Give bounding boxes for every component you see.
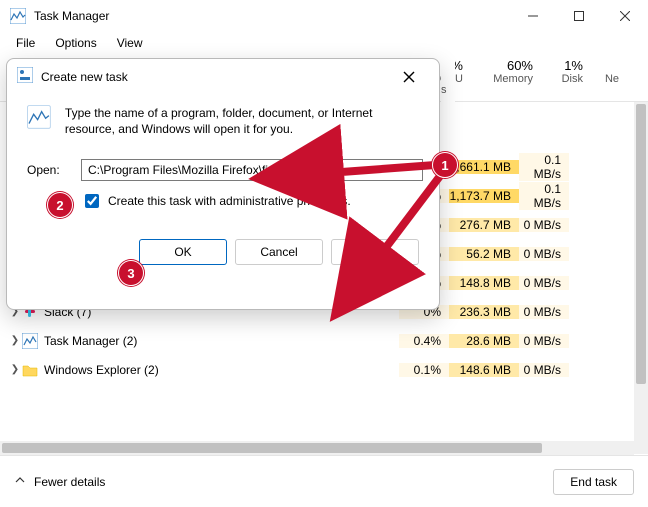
expand-icon[interactable]: ❯ bbox=[0, 364, 22, 375]
annotation-badge-1: 1 bbox=[432, 152, 458, 178]
disk-value: 0.1 MB/s bbox=[519, 153, 569, 181]
col-network[interactable]: Ne bbox=[591, 54, 627, 101]
menu-options[interactable]: Options bbox=[47, 34, 104, 52]
col-disk[interactable]: 1% Disk bbox=[541, 54, 591, 101]
disk-value: 0 MB/s bbox=[519, 334, 569, 348]
vertical-scrollbar[interactable] bbox=[634, 102, 648, 454]
col-memory[interactable]: 60% Memory bbox=[471, 54, 541, 101]
maximize-button[interactable] bbox=[556, 0, 602, 32]
app-icon bbox=[10, 8, 26, 24]
disk-value: 0 MB/s bbox=[519, 247, 569, 261]
cpu-value: 0.4% bbox=[399, 334, 449, 348]
close-button[interactable] bbox=[602, 0, 648, 32]
memory-value: 276.7 MB bbox=[449, 218, 519, 232]
cancel-button[interactable]: Cancel bbox=[235, 239, 323, 265]
end-task-button[interactable]: End task bbox=[553, 469, 634, 495]
header-fragment: s bbox=[441, 60, 455, 104]
chevron-up-icon bbox=[14, 474, 26, 489]
memory-value: 1,173.7 MB bbox=[449, 189, 519, 203]
menu-bar: File Options View bbox=[0, 32, 648, 54]
admin-privileges-checkbox[interactable] bbox=[85, 194, 99, 208]
taskmgr-icon bbox=[22, 333, 38, 349]
disk-value: 0 MB/s bbox=[519, 218, 569, 232]
disk-value: 0 MB/s bbox=[519, 276, 569, 290]
process-name: Task Manager (2) bbox=[44, 334, 137, 348]
annotation-badge-2: 2 bbox=[47, 192, 73, 218]
memory-value: 28.6 MB bbox=[449, 334, 519, 348]
dialog-close-button[interactable] bbox=[389, 63, 429, 91]
disk-value: 0.1 MB/s bbox=[519, 182, 569, 210]
open-label: Open: bbox=[27, 163, 71, 177]
admin-privileges-label: Create this task with administrative pri… bbox=[108, 194, 351, 208]
disk-value: 0 MB/s bbox=[519, 305, 569, 319]
run-icon bbox=[17, 67, 33, 88]
cpu-value: 0.1% bbox=[399, 363, 449, 377]
memory-value: 236.3 MB bbox=[449, 305, 519, 319]
memory-value: 1,661.1 MB bbox=[449, 160, 519, 174]
expand-icon[interactable]: ❯ bbox=[0, 335, 22, 346]
annotation-badge-3: 3 bbox=[118, 260, 144, 286]
process-row[interactable]: ❯ Windows Explorer (2) 0.1%148.6 MB0 MB/s bbox=[0, 355, 648, 384]
performance-icon bbox=[27, 105, 51, 141]
menu-file[interactable]: File bbox=[8, 34, 43, 52]
create-new-task-dialog: Create new task Type the name of a progr… bbox=[6, 58, 440, 310]
memory-value: 148.8 MB bbox=[449, 276, 519, 290]
dialog-description: Type the name of a program, folder, docu… bbox=[65, 105, 423, 137]
memory-value: 148.6 MB bbox=[449, 363, 519, 377]
minimize-button[interactable] bbox=[510, 0, 556, 32]
menu-view[interactable]: View bbox=[109, 34, 151, 52]
horizontal-scrollbar[interactable] bbox=[0, 441, 634, 455]
window-title: Task Manager bbox=[34, 9, 510, 23]
dialog-title: Create new task bbox=[41, 70, 389, 84]
folder-icon bbox=[22, 362, 38, 378]
memory-value: 56.2 MB bbox=[449, 247, 519, 261]
open-input[interactable] bbox=[81, 159, 423, 181]
disk-value: 0 MB/s bbox=[519, 363, 569, 377]
process-row[interactable]: ❯ Task Manager (2) 0.4%28.6 MB0 MB/s bbox=[0, 326, 648, 355]
process-name: Windows Explorer (2) bbox=[44, 363, 159, 377]
browse-button[interactable]: Browse... bbox=[331, 239, 419, 265]
fewer-details-button[interactable]: Fewer details bbox=[14, 474, 105, 489]
ok-button[interactable]: OK bbox=[139, 239, 227, 265]
